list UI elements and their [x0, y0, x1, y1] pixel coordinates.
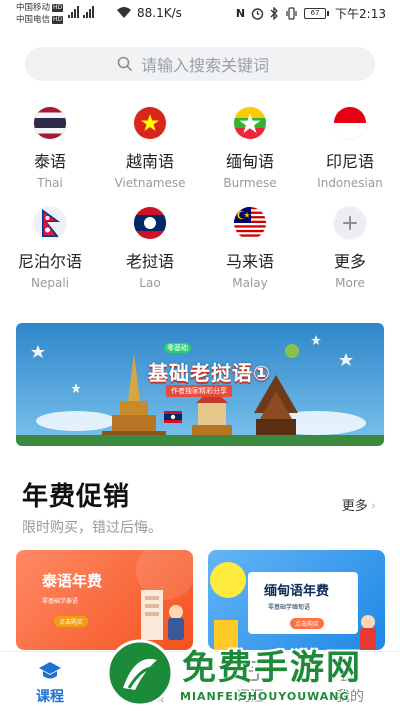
headphones-icon [140, 661, 160, 680]
tab-course[interactable]: 课程 [0, 652, 100, 711]
tab-profile[interactable]: 我的 [300, 652, 400, 711]
banner-subtitle: 作者独家精彩分享 [166, 385, 232, 397]
book-icon [241, 661, 259, 681]
card-desc: 零基础学泰语 [42, 598, 79, 605]
course-banner[interactable]: 零基础 基础老挝语① 作者独家精彩分享 [16, 323, 384, 446]
tab-vocabulary[interactable]: 词汇 [200, 652, 300, 711]
status-bar: 中国移动 HD 中国电信 HD 88.1K/s N 67 下午2:13 [0, 0, 400, 28]
network-speed: 88.1K/s [137, 6, 182, 20]
lang-name-en: Malay [232, 276, 268, 290]
lang-item-more[interactable]: 更多 More [300, 207, 400, 291]
thailand-flag-icon [34, 107, 66, 139]
lang-name: 尼泊尔语 [17, 252, 82, 271]
search-placeholder: 请输入搜索关键词 [141, 56, 270, 75]
section-title: 年费促销 [22, 482, 131, 512]
lang-name: 缅甸语 [225, 152, 274, 171]
battery-icon: 67 [304, 8, 330, 19]
card-desc: 零基础学缅甸语 [268, 604, 311, 611]
lang-item-burmese[interactable]: 缅甸语 Burmese [200, 107, 300, 191]
promo-card-thai[interactable]: 泰语年费 零基础学泰语 点击购买 [16, 550, 193, 650]
hd-badge: HD [52, 16, 64, 24]
search-input[interactable]: 请输入搜索关键词 [25, 47, 375, 81]
tab-audio[interactable]: 音频 [100, 652, 200, 711]
lang-name: 马来语 [225, 252, 274, 271]
vietnam-flag-icon [134, 107, 166, 139]
hd-badge: HD [52, 4, 64, 12]
nfc-icon: N [235, 7, 246, 20]
lang-name: 老挝语 [125, 252, 174, 271]
wifi-icon [117, 7, 131, 18]
tab-label: 课程 [36, 689, 64, 705]
more-link[interactable]: 更多 › [342, 495, 376, 514]
tab-label: 词汇 [236, 689, 264, 705]
plus-icon [334, 207, 366, 239]
carrier-info: 中国移动 HD 中国电信 HD [16, 2, 64, 26]
lang-name-en: Burmese [223, 176, 277, 190]
bluetooth-icon [270, 7, 278, 20]
graduation-cap-icon [39, 662, 61, 679]
card-title: 泰语年费 [42, 572, 103, 590]
lang-name: 更多 [333, 252, 366, 271]
clock: 下午2:13 [335, 7, 386, 21]
lang-name-en: Lao [139, 276, 161, 290]
battery-level: 67 [304, 8, 327, 19]
lang-item-thai[interactable]: 泰语 Thai [0, 107, 100, 191]
lang-item-indonesian[interactable]: 印尼语 Indonesian [300, 107, 400, 191]
lang-name-en: More [335, 276, 365, 290]
vibrate-icon [286, 7, 297, 20]
malaysia-flag-icon [234, 207, 266, 239]
lang-item-malay[interactable]: 马来语 Malay [200, 207, 300, 291]
search-icon [117, 56, 132, 71]
signal-icon [68, 6, 94, 18]
lang-name: 印尼语 [325, 152, 374, 171]
lang-name: 泰语 [33, 152, 66, 171]
lang-item-lao[interactable]: 老挝语 Lao [100, 207, 200, 291]
section-subtitle: 限时购买，错过后悔。 [22, 520, 162, 536]
carrier-2: 中国电信 [16, 15, 51, 25]
card-buy-button[interactable]: 点击购买 [290, 618, 325, 629]
more-label: 更多 [341, 499, 368, 514]
lang-name: 越南语 [125, 152, 174, 171]
promo-card-burmese[interactable]: 缅甸语年费 零基础学缅甸语 点击购买 [208, 550, 385, 650]
tab-label: 音频 [136, 689, 164, 705]
lang-name-en: Indonesian [317, 176, 383, 190]
banner-title: 基础老挝语① [148, 361, 271, 385]
banner-tag: 零基础 [164, 343, 191, 353]
lang-name-en: Thai [37, 176, 63, 190]
tab-label: 我的 [336, 689, 364, 705]
lang-name-en: Vietnamese [114, 176, 186, 190]
bottom-nav: 课程 音频 词汇 我的 [0, 651, 400, 711]
card-title: 缅甸语年费 [264, 584, 330, 599]
myanmar-flag-icon [234, 107, 266, 139]
nepal-flag-icon [34, 207, 66, 239]
carrier-1: 中国移动 [16, 3, 51, 13]
chevron-right-icon: › [370, 499, 376, 514]
user-icon [341, 662, 359, 681]
lang-item-nepali[interactable]: 尼泊尔语 Nepali [0, 207, 100, 291]
lang-name-en: Nepali [31, 276, 69, 290]
card-decoration [210, 562, 376, 650]
alarm-icon [251, 8, 264, 20]
lang-item-vietnamese[interactable]: 越南语 Vietnamese [100, 107, 200, 191]
card-buy-button[interactable]: 点击购买 [54, 616, 89, 627]
indonesia-flag-icon [334, 107, 366, 139]
laos-flag-icon [134, 207, 166, 239]
